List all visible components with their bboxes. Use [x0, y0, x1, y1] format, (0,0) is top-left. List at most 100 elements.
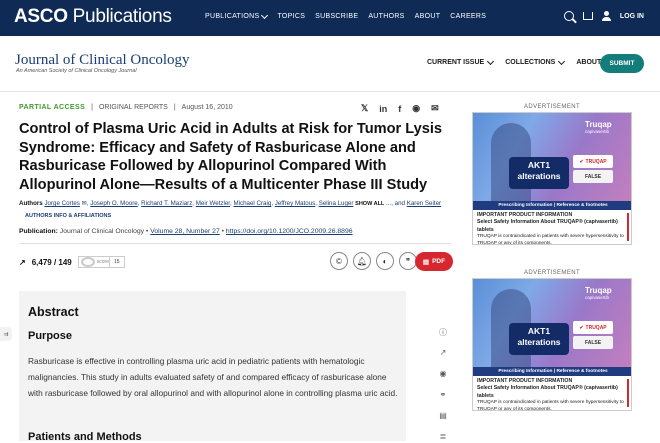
trending-icon[interactable]: ↗	[440, 348, 447, 358]
advertisement[interactable]: Truqap capivasertib AKT1 alterations ✔ TRUQ…	[472, 112, 632, 245]
nav-topics[interactable]: TOPICS	[277, 13, 305, 20]
top-navigation-bar: ASCO Publications PUBLICATIONS TOPICS SU…	[0, 0, 660, 36]
ad-headline: AKT1 alterations	[509, 323, 569, 355]
article-meta: PARTIAL ACCESS | ORIGINAL REPORTS | Augu…	[19, 104, 233, 111]
nav-current-issue[interactable]: CURRENT ISSUE	[427, 57, 495, 66]
login-link[interactable]: LOG IN	[620, 13, 644, 20]
meta-separator: |	[173, 104, 176, 111]
article-actions: © 🔔︎ ◐ ❞	[330, 252, 417, 270]
divider	[19, 243, 451, 244]
chevron-down-icon	[261, 11, 269, 19]
chevron-down-icon	[487, 57, 495, 65]
wechat-share-icon[interactable]: ◉	[412, 103, 420, 114]
figures-icon[interactable]: ▤	[439, 411, 447, 421]
author-link[interactable]: Richard T. Maziarz	[141, 200, 192, 207]
user-icon[interactable]	[601, 11, 611, 21]
show-all-authors-button[interactable]: SHOW ALL	[355, 201, 384, 207]
sidebar-toggle[interactable]: ⇉	[0, 327, 12, 341]
author-link[interactable]: Karen Seiter	[407, 200, 441, 207]
journal-subtitle: An American Society of Clinical Oncology…	[16, 68, 137, 74]
ad-false-option: FALSE	[573, 170, 613, 183]
nav-subscribe[interactable]: SUBSCRIBE	[315, 13, 358, 20]
ad-links-bar[interactable]: Prescribing Information | Reference & fo…	[473, 367, 631, 376]
ad-true-option: ✔ TRUQAP	[573, 321, 613, 334]
authors-label: Authors	[19, 200, 43, 207]
methods-heading: Patients and Methods	[28, 431, 142, 443]
nav-authors[interactable]: AUTHORS	[368, 13, 404, 20]
side-toolbar: ⓘ ↗ ◉ ⚭ ▤ ≣	[433, 327, 453, 442]
author-link[interactable]: Jeffrey Matous	[275, 200, 315, 207]
info-icon[interactable]: ⓘ	[439, 327, 447, 337]
altmetric-score: 15	[108, 256, 124, 268]
altmetric-label: score	[96, 259, 109, 265]
nav-careers[interactable]: CAREERS	[450, 13, 486, 20]
author-link[interactable]: Jorge Cortes	[44, 200, 79, 207]
ad-scrollbar[interactable]	[627, 213, 629, 241]
ad-brand: Truqap capivasertib	[585, 120, 612, 134]
search-icon[interactable]	[563, 11, 574, 21]
access-badge: PARTIAL ACCESS	[19, 104, 86, 111]
author-link[interactable]: Selina Luger	[319, 200, 354, 207]
top-nav: PUBLICATIONS TOPICS SUBSCRIBE AUTHORS AB…	[205, 11, 486, 20]
purpose-text: Rasburicase is effective in controlling …	[28, 356, 398, 398]
share-tools: 𝕏 in f ◉ ✉	[361, 103, 439, 114]
publication-line: Publication: Journal of Clinical Oncolog…	[19, 228, 353, 235]
article-date: August 16, 2010	[181, 104, 233, 111]
citation-metrics[interactable]: 6,479 / 149	[32, 258, 72, 267]
abstract-heading: Abstract	[28, 305, 79, 319]
meta-separator: |	[91, 104, 93, 111]
email-share-icon[interactable]: ✉	[431, 103, 439, 114]
ad-true-option: ✔ TRUQAP	[573, 155, 613, 168]
author-list: Authors Jorge Cortes ✉, Joseph O. Moore,…	[19, 200, 442, 219]
abstract-section: Abstract Purpose Rasburicase is effectiv…	[19, 291, 406, 443]
facebook-share-icon[interactable]: f	[398, 104, 401, 114]
author-info-link[interactable]: AUTHORS INFO & AFFILIATIONS	[25, 213, 111, 219]
advertisement[interactable]: Truqap capivasertib AKT1 alterations ✔ TRUQ…	[472, 278, 632, 411]
ad-safety-info: IMPORTANT PRODUCT INFORMATION Select Saf…	[477, 378, 624, 411]
eye-icon[interactable]: ◉	[440, 369, 447, 379]
journal-logo[interactable]: Journal of Clinical Oncology	[15, 52, 190, 69]
cart-icon[interactable]	[582, 12, 593, 20]
email-icon[interactable]: ✉	[82, 200, 87, 207]
top-right-tools: LOG IN	[563, 11, 644, 21]
author-link[interactable]: Meir Wetzler	[196, 200, 230, 207]
ad-label: ADVERTISEMENT	[523, 270, 581, 276]
purpose-heading: Purpose	[28, 330, 73, 342]
permissions-icon[interactable]: ©	[330, 252, 348, 270]
bookmark-icon[interactable]: ◐	[376, 252, 394, 270]
ad-false-option: FALSE	[573, 336, 613, 349]
nav-collections[interactable]: COLLECTIONS	[505, 57, 566, 66]
linkedin-share-icon[interactable]: in	[379, 104, 387, 114]
ad-brand: Truqap capivasertib	[585, 286, 612, 300]
article-type: ORIGINAL REPORTS	[98, 104, 168, 111]
nav-publications[interactable]: PUBLICATIONS	[205, 11, 269, 20]
x-share-icon[interactable]: 𝕏	[361, 103, 368, 114]
submit-button[interactable]: SUBMIT	[600, 54, 644, 73]
references-icon[interactable]: ≣	[440, 432, 447, 442]
pdf-icon: ▤	[422, 258, 430, 266]
author-link[interactable]: Michael Craig	[233, 200, 271, 207]
article-title: Control of Plasma Uric Acid in Adults at…	[19, 121, 443, 193]
publication-name: Journal of Clinical Oncology	[59, 228, 145, 235]
ad-label: ADVERTISEMENT	[523, 104, 581, 110]
publication-label: Publication:	[19, 228, 58, 235]
nav-about[interactable]: ABOUT	[415, 13, 441, 20]
ad-links-bar[interactable]: Prescribing Information | Reference & fo…	[473, 201, 631, 210]
altmetric-badge[interactable]: score 15	[77, 256, 125, 268]
alert-bell-icon[interactable]: 🔔︎	[353, 252, 371, 270]
volume-link[interactable]: Volume 28, Number 27	[150, 228, 220, 235]
authors-ellipsis: ..., and	[386, 200, 405, 207]
altmetric-donut-icon	[80, 257, 95, 267]
asco-publications-logo[interactable]: ASCO Publications	[14, 6, 172, 28]
metrics-bar: ↗ 6,479 / 149 score 15	[19, 256, 125, 268]
journal-nav: CURRENT ISSUE COLLECTIONS ABOUT	[427, 57, 612, 66]
doi-link[interactable]: https://doi.org/10.1200/JCO.2009.26.8896	[226, 228, 353, 235]
trending-icon: ↗	[19, 257, 26, 267]
chevron-down-icon	[558, 57, 566, 65]
pdf-button[interactable]: ▤ PDF	[415, 252, 453, 271]
ad-headline: AKT1 alterations	[509, 157, 569, 189]
link-icon[interactable]: ⚭	[440, 390, 447, 400]
ad-safety-info: IMPORTANT PRODUCT INFORMATION Select Saf…	[477, 212, 624, 245]
author-link[interactable]: Joseph O. Moore	[90, 200, 137, 207]
ad-scrollbar[interactable]	[627, 379, 629, 407]
